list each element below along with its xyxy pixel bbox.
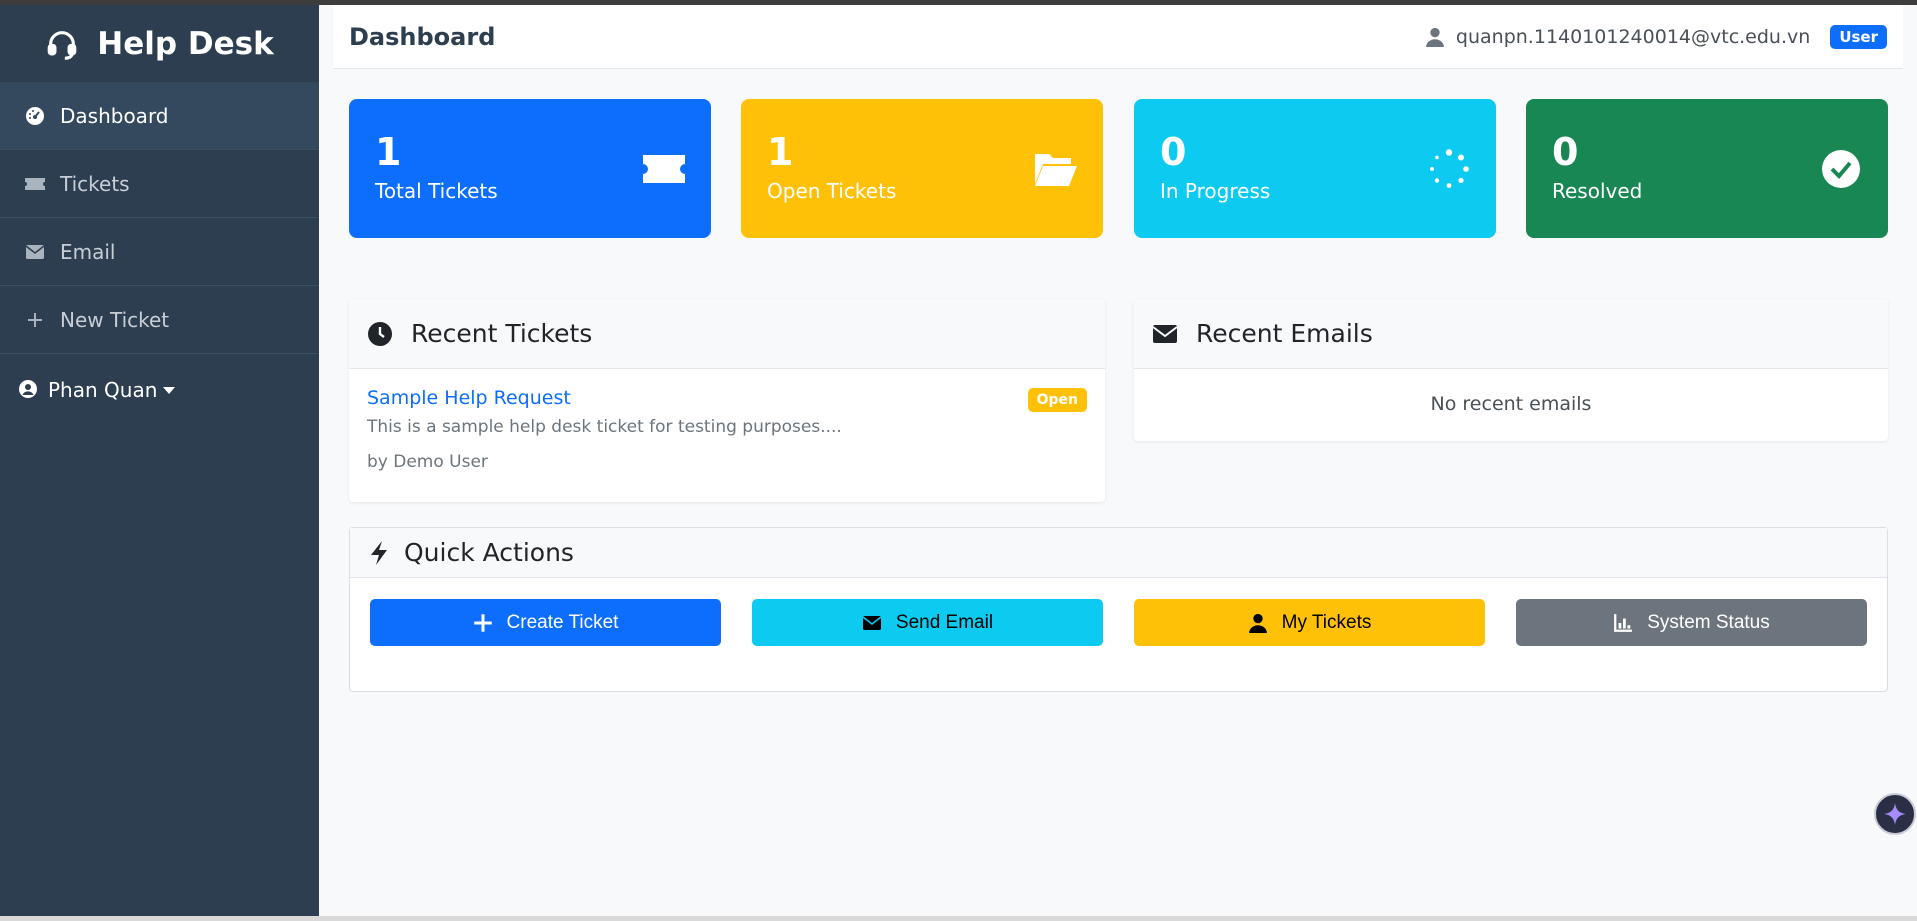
system-status-button[interactable]: System Status (1516, 599, 1867, 646)
spinner-icon (1430, 149, 1469, 188)
assistant-sparkle-button[interactable] (1874, 793, 1916, 835)
sidebar-item-label: New Ticket (60, 307, 170, 332)
ticket-author: by Demo User (367, 452, 488, 472)
quick-actions-row: Create Ticket Send Email My Tickets Syst… (370, 599, 1867, 646)
check-circle-icon (1822, 150, 1860, 188)
brand[interactable]: Help Desk (0, 5, 319, 82)
top-header: Dashboard quanpn.1140101240014@vtc.edu.v… (333, 5, 1903, 69)
chart-bar-icon (1614, 613, 1633, 632)
card-title: Recent Emails (1196, 319, 1373, 348)
user-email: quanpn.1140101240014@vtc.edu.vn (1455, 25, 1811, 48)
stat-label: Resolved (1552, 179, 1643, 203)
stat-label: In Progress (1160, 179, 1271, 203)
sidebar-item-label: Email (60, 239, 116, 264)
caret-down-icon (163, 386, 176, 394)
sidebar-item-dashboard[interactable]: Dashboard (0, 82, 319, 150)
stat-label: Open Tickets (767, 179, 897, 203)
list-item: Sample Help Request Open This is a sampl… (349, 369, 1105, 490)
user-name: Phan Quan (48, 378, 158, 402)
recent-emails-card: Recent Emails No recent emails (1134, 299, 1888, 441)
create-ticket-button[interactable]: Create Ticket (370, 599, 721, 646)
user-menu-toggle[interactable]: Phan Quan (0, 354, 319, 426)
sidebar-item-email[interactable]: Email (0, 218, 319, 286)
page-title: Dashboard (349, 22, 496, 51)
recent-tickets-card: Recent Tickets Sample Help Request Open … (349, 299, 1105, 502)
folder-open-icon (1035, 154, 1077, 186)
recent-tickets-header: Recent Tickets (349, 299, 1105, 369)
gauge-icon (24, 105, 46, 127)
sidebar-item-tickets[interactable]: Tickets (0, 150, 319, 218)
envelope-icon (24, 241, 46, 263)
quick-actions-header: Quick Actions (350, 528, 1887, 578)
button-label: My Tickets (1281, 611, 1372, 633)
button-label: Send Email (895, 611, 994, 633)
brand-name: Help Desk (97, 25, 274, 62)
my-tickets-button[interactable]: My Tickets (1134, 599, 1485, 646)
plus-icon (24, 309, 46, 331)
sparkle-icon (1884, 803, 1906, 825)
stat-card-open-tickets[interactable]: 1 Open Tickets (741, 99, 1103, 238)
user-circle-icon (18, 379, 40, 401)
button-label: Create Ticket (506, 611, 619, 633)
ticket-icon (24, 173, 46, 195)
stat-label: Total Tickets (375, 179, 498, 203)
bolt-icon (371, 540, 387, 565)
ticket-title-link[interactable]: Sample Help Request (367, 387, 1087, 409)
stat-value: 1 (767, 130, 794, 174)
stat-value: 0 (1160, 130, 1187, 174)
stat-card-in-progress[interactable]: 0 In Progress (1134, 99, 1496, 238)
main-content: Dashboard quanpn.1140101240014@vtc.edu.v… (319, 5, 1917, 916)
headset-icon (47, 30, 77, 60)
user-icon (1248, 613, 1267, 633)
ticket-icon (643, 155, 685, 183)
stat-card-total-tickets[interactable]: 1 Total Tickets (349, 99, 711, 238)
stat-card-resolved[interactable]: 0 Resolved (1526, 99, 1888, 238)
status-badge: Open (1027, 388, 1087, 412)
recent-emails-header: Recent Emails (1134, 299, 1888, 369)
card-title: Quick Actions (404, 538, 574, 567)
plus-icon (473, 613, 492, 632)
empty-state-text: No recent emails (1430, 393, 1592, 415)
clock-icon (368, 321, 392, 346)
stat-value: 1 (375, 130, 402, 174)
send-email-button[interactable]: Send Email (752, 599, 1103, 646)
button-label: System Status (1647, 611, 1770, 633)
user-icon (1426, 27, 1444, 47)
quick-actions-card: Quick Actions Create Ticket Send Email M… (349, 527, 1888, 692)
envelope-icon (1152, 324, 1178, 343)
sidebar-item-label: Tickets (60, 171, 130, 196)
envelope-icon (862, 615, 882, 630)
stat-value: 0 (1552, 130, 1579, 174)
ticket-description: This is a sample help desk ticket for te… (367, 417, 842, 437)
header-user: quanpn.1140101240014@vtc.edu.vn User (1426, 24, 1887, 49)
role-badge: User (1830, 24, 1887, 49)
sidebar: Help Desk Dashboard Tickets Email New Ti… (0, 5, 319, 916)
window-bottom-edge (0, 916, 1917, 921)
sidebar-item-new-ticket[interactable]: New Ticket (0, 286, 319, 354)
sidebar-item-label: Dashboard (60, 103, 169, 128)
card-title: Recent Tickets (411, 319, 593, 348)
